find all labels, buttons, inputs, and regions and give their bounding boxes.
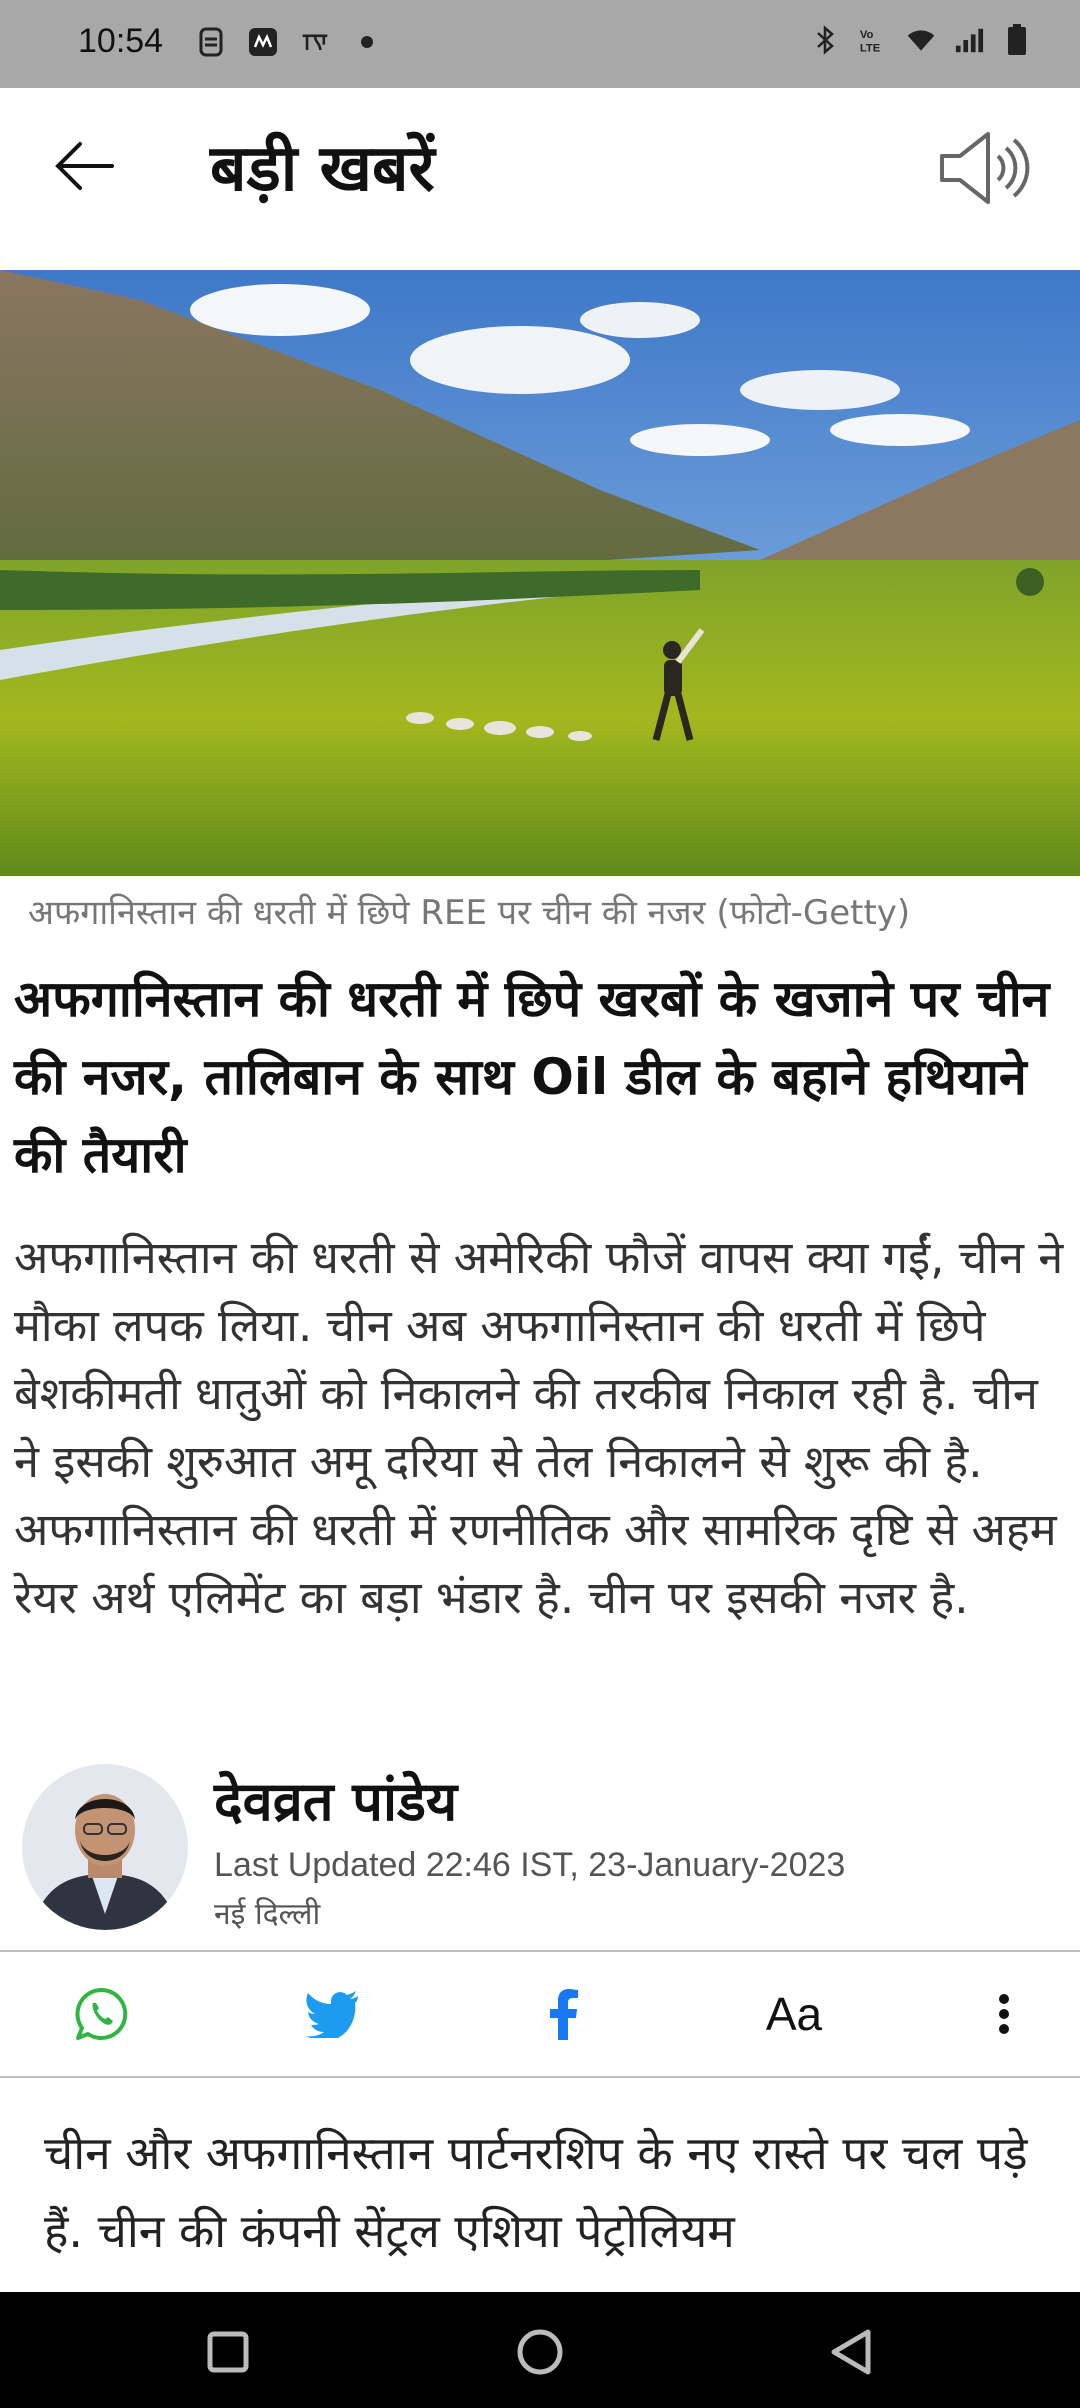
back-arrow-icon[interactable] bbox=[50, 130, 122, 202]
app-bar: बड़ी खबरें bbox=[0, 88, 1080, 270]
more-vert-icon[interactable] bbox=[944, 1972, 1064, 2056]
svg-text:Vo: Vo bbox=[860, 29, 874, 41]
dateline-location: नई दिल्ली bbox=[214, 1897, 321, 1932]
volte-icon: Vo LTE bbox=[858, 24, 888, 56]
author-block: देवव्रत पांडेय Last Updated 22:46 IST, 2… bbox=[0, 1756, 1080, 1952]
status-time: 10:54 bbox=[78, 22, 164, 60]
battery-icon bbox=[1002, 24, 1032, 56]
twitter-icon[interactable] bbox=[272, 1972, 392, 2056]
article-summary: अफगानिस्तान की धरती से अमेरिकी फौजें वाप… bbox=[14, 1231, 1064, 1624]
news-app-notification-icon bbox=[300, 26, 330, 58]
nav-recents-icon[interactable] bbox=[188, 2312, 268, 2392]
whatsapp-icon[interactable] bbox=[42, 1972, 162, 2056]
author-avatar[interactable] bbox=[22, 1764, 188, 1930]
facebook-icon[interactable] bbox=[504, 1972, 624, 2056]
article-headline: अफगानिस्तान की धरती में छिपे खरबों के खज… bbox=[14, 970, 1050, 1184]
last-updated: Last Updated 22:46 IST, 23-January-2023 bbox=[214, 1846, 846, 1884]
nav-home-icon[interactable] bbox=[500, 2312, 580, 2392]
share-bar: Aa bbox=[0, 1950, 1080, 2078]
dot-icon bbox=[352, 26, 382, 58]
article-image bbox=[0, 270, 1080, 876]
app-notification-icon bbox=[196, 26, 226, 58]
svg-text:LTE: LTE bbox=[860, 42, 881, 54]
page-title: बड़ी खबरें bbox=[210, 132, 435, 206]
bluetooth-icon bbox=[810, 24, 840, 56]
font-size-button[interactable]: Aa bbox=[734, 1972, 854, 2056]
article-body: चीन और अफगानिस्तान पार्टनरशिप के नए रास्… bbox=[44, 2126, 1028, 2258]
status-bar: 10:54 Vo LTE bbox=[0, 0, 1080, 88]
wifi-icon bbox=[906, 24, 936, 56]
signal-icon bbox=[954, 24, 984, 56]
notification-icons bbox=[196, 26, 382, 58]
speaker-icon[interactable] bbox=[938, 128, 1030, 208]
nav-back-icon[interactable] bbox=[812, 2312, 892, 2392]
author-name[interactable]: देवव्रत पांडेय bbox=[214, 1762, 457, 1836]
image-caption: अफगानिस्तान की धरती में छिपे REE पर चीन … bbox=[28, 893, 911, 933]
paytm-notification-icon bbox=[248, 26, 278, 58]
system-status-icons: Vo LTE bbox=[810, 24, 1032, 56]
system-navigation-bar bbox=[0, 2292, 1080, 2408]
